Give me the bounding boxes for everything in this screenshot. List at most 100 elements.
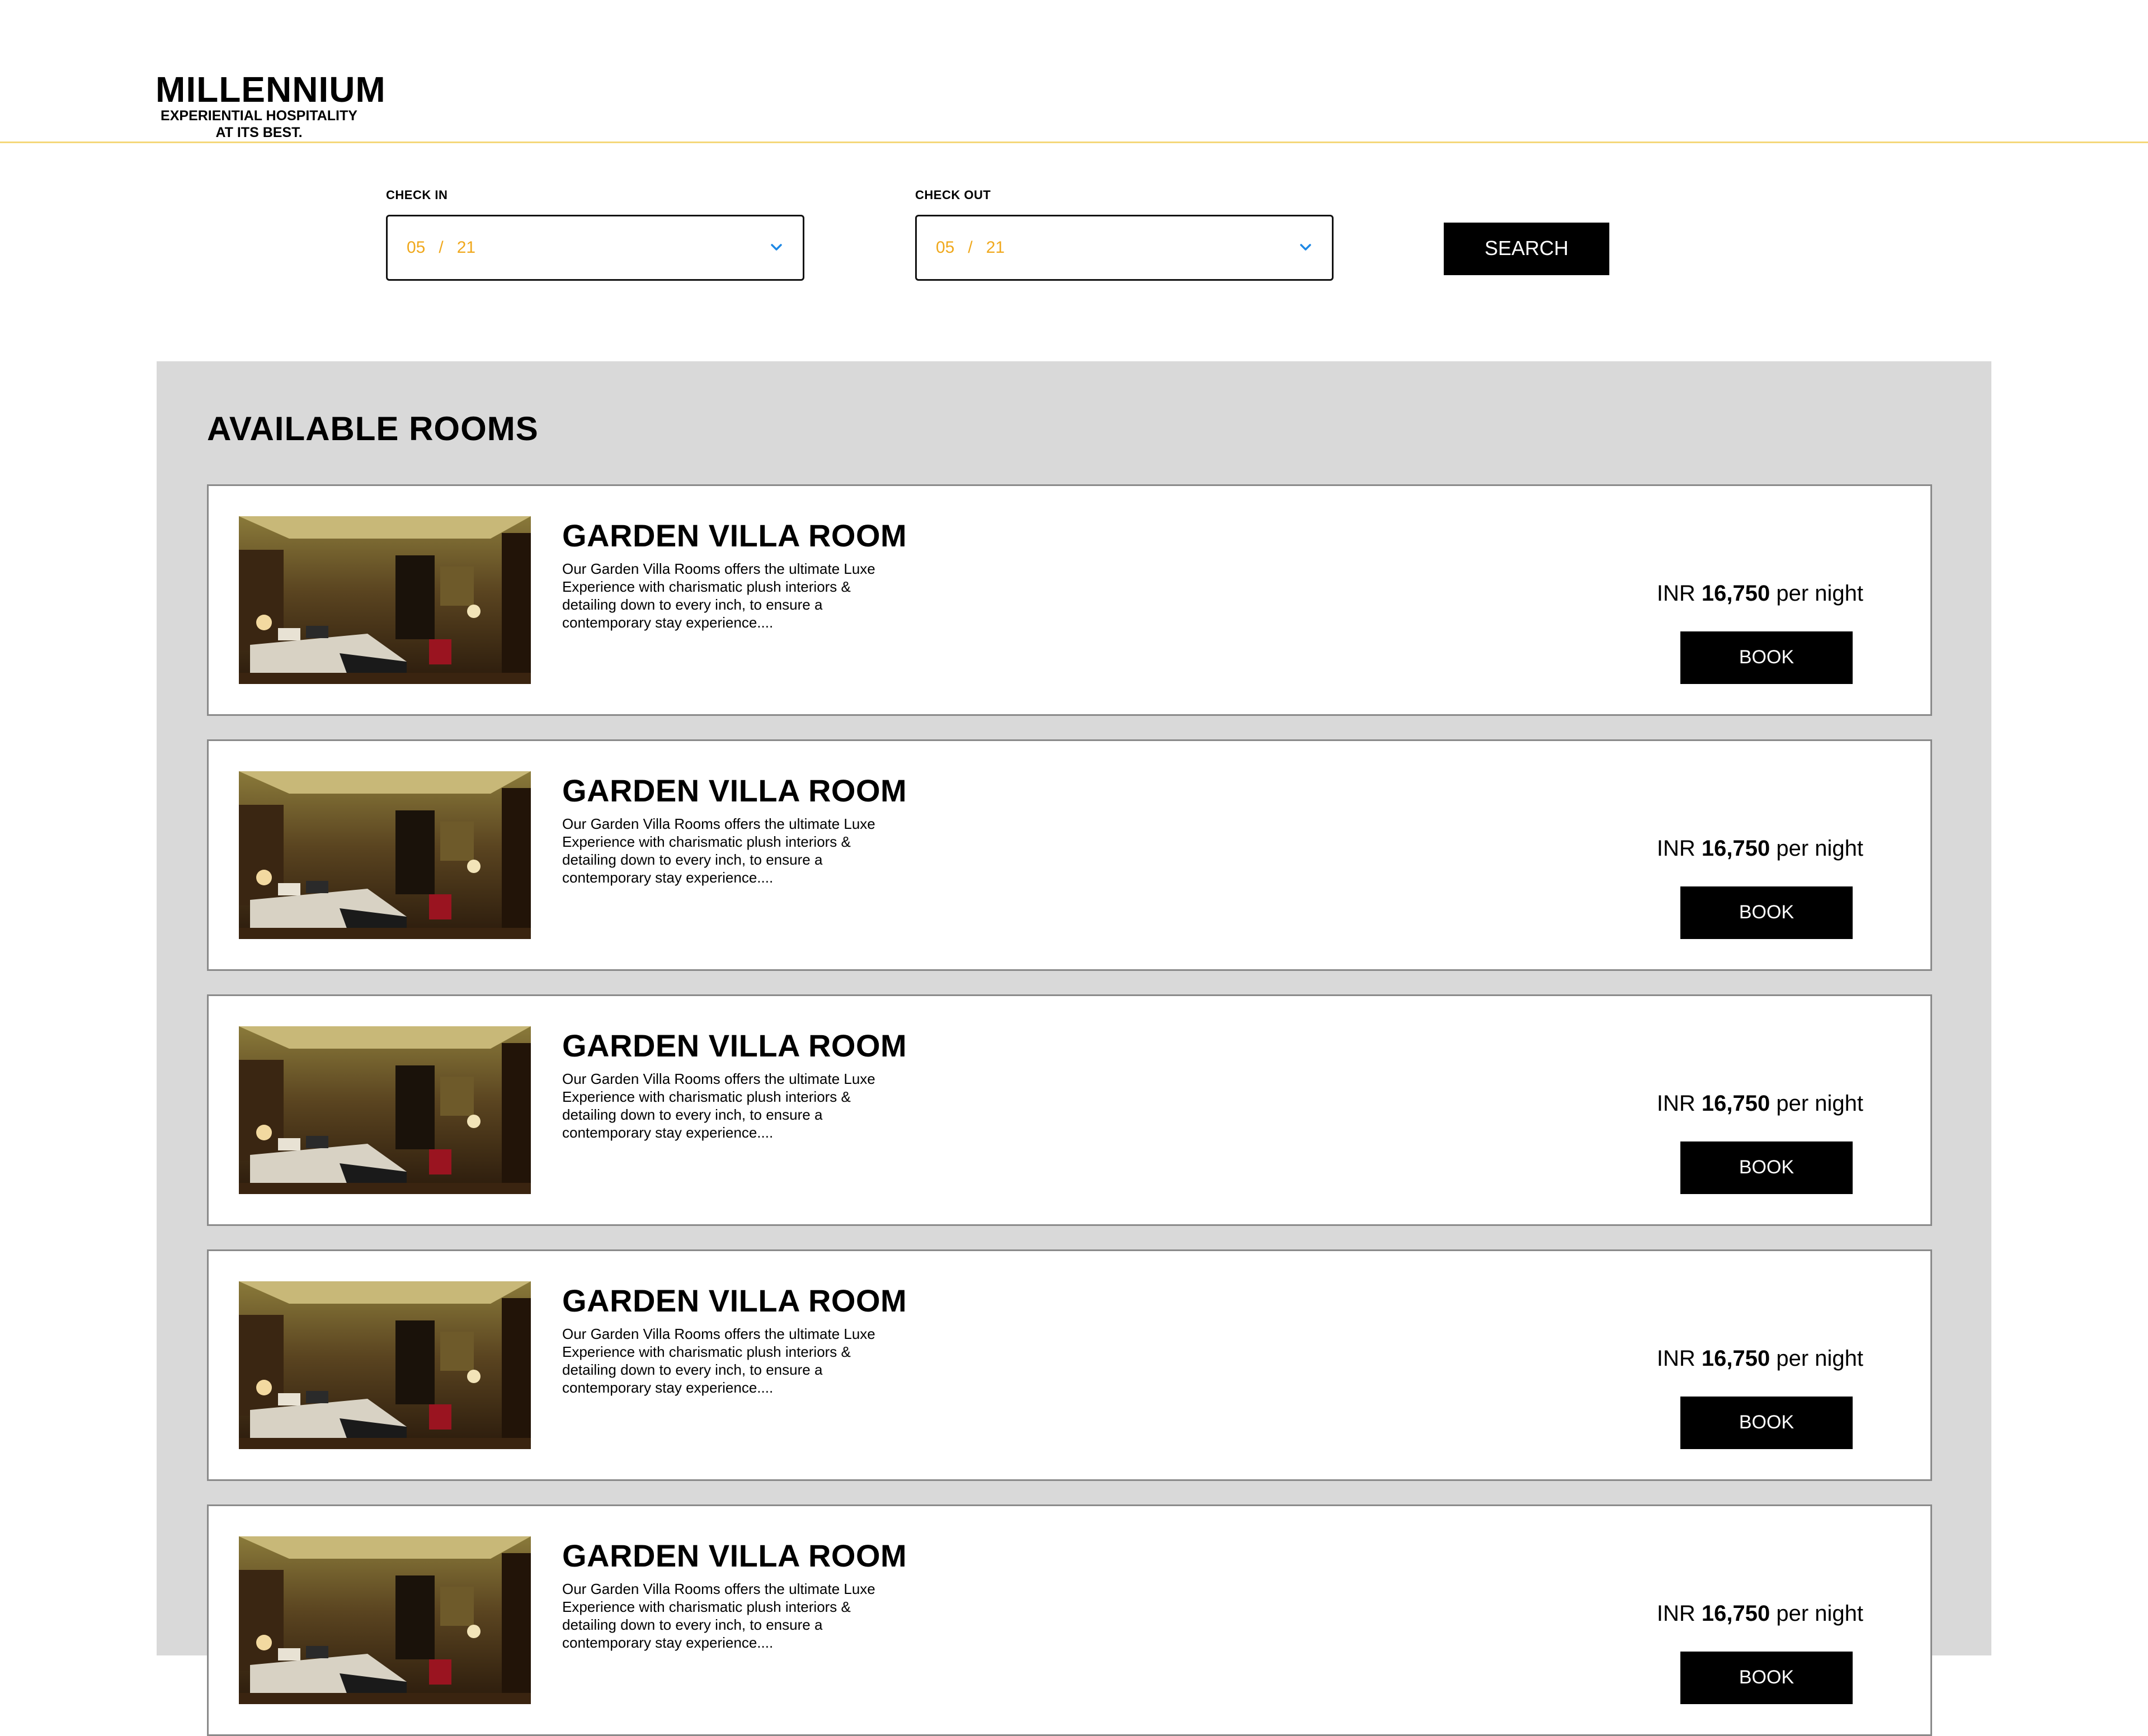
room-lamp	[256, 615, 272, 630]
room-ceiling	[239, 1026, 531, 1049]
check-in-label: CHECK IN	[386, 188, 448, 202]
room-lamp	[467, 1625, 481, 1638]
check-out-separator: /	[968, 238, 973, 257]
brand-logo[interactable]: MILLENNIUM EXPERIENTIAL HOSPITALITY AT I…	[156, 69, 386, 141]
room-curtain	[502, 788, 531, 939]
check-out-label: CHECK OUT	[915, 188, 991, 202]
book-button[interactable]: BOOK	[1680, 631, 1853, 684]
room-headboard	[239, 550, 284, 650]
room-floor	[239, 673, 531, 684]
room-name: GARDEN VILLA ROOM	[562, 1028, 907, 1063]
room-pillow	[306, 1136, 328, 1148]
room-price: INR 16,750 per night	[1657, 1091, 1863, 1116]
book-button[interactable]: BOOK	[1680, 1652, 1853, 1704]
room-pillow	[278, 883, 300, 895]
book-button[interactable]: BOOK	[1680, 886, 1853, 939]
room-curtain	[502, 1043, 531, 1194]
room-armchair	[429, 1404, 451, 1430]
room-armchair	[429, 1149, 451, 1174]
room-photo	[239, 1026, 531, 1194]
room-pillow	[278, 1648, 300, 1660]
price-currency: INR	[1656, 836, 1695, 861]
room-ceiling	[239, 516, 531, 539]
room-price: INR 16,750 per night	[1657, 1346, 1863, 1371]
room-armchair	[429, 639, 451, 664]
room-lamp	[256, 870, 272, 885]
price-amount: 16,750	[1701, 1601, 1770, 1626]
room-price: INR 16,750 per night	[1657, 1601, 1863, 1626]
room-description: Our Garden Villa Rooms offers the ultima…	[562, 1070, 875, 1141]
search-button[interactable]: SEARCH	[1444, 223, 1609, 275]
room-lamp	[256, 1380, 272, 1395]
check-in-month: 05	[407, 238, 426, 257]
book-button[interactable]: BOOK	[1680, 1397, 1853, 1449]
site-header: MILLENNIUM EXPERIENTIAL HOSPITALITY AT I…	[0, 0, 2148, 143]
check-out-month: 05	[936, 238, 955, 257]
room-photo-illustration	[239, 1536, 531, 1704]
room-pillow	[306, 881, 328, 893]
room-description: Our Garden Villa Rooms offers the ultima…	[562, 1325, 875, 1396]
room-curtain	[502, 1298, 531, 1449]
room-ceiling	[239, 1536, 531, 1559]
room-lamp	[467, 1370, 481, 1383]
check-out-day: 21	[986, 238, 1005, 257]
room-doorway	[395, 1320, 435, 1404]
price-amount: 16,750	[1701, 836, 1770, 861]
room-lamp	[467, 605, 481, 618]
price-currency: INR	[1656, 1601, 1695, 1626]
price-currency: INR	[1656, 1091, 1695, 1116]
book-button[interactable]: BOOK	[1680, 1141, 1853, 1194]
room-card-2: GARDEN VILLA ROOM Our Garden Villa Rooms…	[207, 739, 1932, 971]
room-floor	[239, 1438, 531, 1449]
price-amount: 16,750	[1701, 1091, 1770, 1116]
brand-tagline-line1: EXPERIENTIAL HOSPITALITY	[161, 108, 357, 124]
room-name: GARDEN VILLA ROOM	[562, 773, 907, 808]
price-currency: INR	[1656, 581, 1695, 606]
room-name: GARDEN VILLA ROOM	[562, 1283, 907, 1318]
room-armchair	[429, 1659, 451, 1685]
room-card-3: GARDEN VILLA ROOM Our Garden Villa Rooms…	[207, 994, 1932, 1226]
price-unit: per night	[1776, 581, 1863, 606]
room-doorway	[395, 1575, 435, 1659]
check-in-separator: /	[439, 238, 444, 257]
check-out-select[interactable]: 05 / 21	[915, 215, 1334, 281]
check-in-select[interactable]: 05 / 21	[386, 215, 804, 281]
room-floor	[239, 1183, 531, 1194]
room-window	[440, 1587, 474, 1626]
room-pillow	[278, 1138, 300, 1150]
chevron-down-icon	[771, 244, 782, 251]
room-headboard	[239, 1315, 284, 1416]
room-card-4: GARDEN VILLA ROOM Our Garden Villa Rooms…	[207, 1249, 1932, 1481]
room-armchair	[429, 894, 451, 919]
room-ceiling	[239, 771, 531, 794]
room-lamp	[467, 860, 481, 873]
room-window	[440, 567, 474, 606]
price-currency: INR	[1656, 1346, 1695, 1371]
room-window	[440, 822, 474, 861]
room-curtain	[502, 533, 531, 684]
room-photo-illustration	[239, 1281, 531, 1449]
brand-name: MILLENNIUM	[156, 69, 386, 110]
price-amount: 16,750	[1701, 581, 1770, 606]
room-photo	[239, 1536, 531, 1704]
room-doorway	[395, 555, 435, 639]
room-name: GARDEN VILLA ROOM	[562, 1538, 907, 1573]
room-headboard	[239, 1570, 284, 1671]
room-photo	[239, 1281, 531, 1449]
price-unit: per night	[1776, 1091, 1863, 1116]
room-lamp	[256, 1125, 272, 1140]
room-pillow	[306, 1391, 328, 1403]
room-window	[440, 1077, 474, 1116]
price-unit: per night	[1776, 1346, 1863, 1371]
chevron-down-icon	[1300, 244, 1311, 251]
room-doorway	[395, 1065, 435, 1149]
room-floor	[239, 1693, 531, 1704]
room-pillow	[278, 1393, 300, 1405]
room-card-1: GARDEN VILLA ROOM Our Garden Villa Rooms…	[207, 484, 1932, 716]
room-lamp	[467, 1115, 481, 1128]
price-unit: per night	[1776, 1601, 1863, 1626]
room-floor	[239, 928, 531, 939]
price-amount: 16,750	[1701, 1346, 1770, 1371]
room-card-5: GARDEN VILLA ROOM Our Garden Villa Rooms…	[207, 1504, 1932, 1736]
available-rooms-title: AVAILABLE ROOMS	[207, 410, 539, 447]
